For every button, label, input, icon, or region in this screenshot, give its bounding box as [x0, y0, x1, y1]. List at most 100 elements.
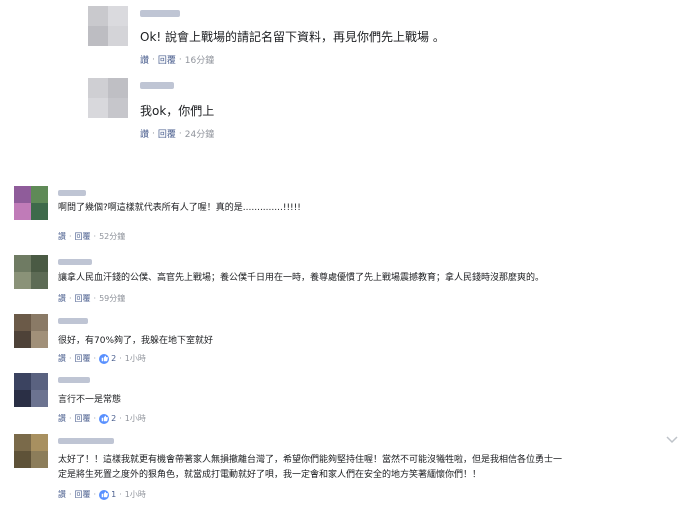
timestamp[interactable]: 52分鐘 — [99, 231, 125, 242]
like-link[interactable]: 讚 — [58, 231, 66, 242]
commenter-name-blurred[interactable] — [140, 82, 174, 89]
reply-link[interactable]: 回覆 — [75, 231, 91, 242]
like-link[interactable]: 讚 — [58, 489, 66, 500]
avatar-pixel — [88, 6, 108, 26]
comment-actions: 讚 · 回覆 · 24分鐘 — [140, 127, 214, 141]
timestamp[interactable]: 1小時 — [125, 353, 146, 364]
comment-text: 啊問了幾個?啊這樣就代表所有人了喔！真的是..............!!!!! — [58, 203, 301, 213]
commenter-name-blurred[interactable] — [58, 190, 86, 196]
comment-text-line-1: 太好了！！這樣我就更有機會帶著家人無損撤離台灣了，希望你們能夠堅持住喔！當然不可… — [58, 455, 563, 465]
comment-text: 讓拿人民血汗錢的公僕、高官先上戰場；養公僕千日用在一時，養尊處優慣了先上戰場震撼… — [58, 273, 545, 283]
avatar-pixel — [14, 451, 31, 468]
comment-actions: 讚 · 回覆 · 2 · 1小時 — [58, 413, 146, 424]
avatar-pixel — [14, 272, 31, 289]
separator: · — [119, 414, 122, 423]
avatar-pixel — [108, 98, 128, 118]
separator: · — [69, 354, 72, 363]
avatar-pixel — [31, 186, 48, 203]
reply-link[interactable]: 回覆 — [158, 127, 176, 140]
like-count[interactable]: 2 — [111, 354, 116, 363]
avatar-pixel — [31, 272, 48, 289]
avatar[interactable] — [88, 78, 128, 118]
comment-actions: 讚 · 回覆 · 16分鐘 — [140, 53, 214, 67]
comment-actions: 讚 · 回覆 · 59分鐘 — [58, 293, 125, 304]
avatar-pixel — [31, 434, 48, 451]
avatar-pixel — [31, 373, 48, 390]
avatar-pixel — [31, 203, 48, 220]
comment: 讓拿人民血汗錢的公僕、高官先上戰場；養公僕千日用在一時，養尊處優慣了先上戰場震撼… — [14, 255, 684, 311]
avatar[interactable] — [14, 186, 48, 220]
separator: · — [93, 354, 97, 363]
reply-comment: 我ok，你們上 讚 · 回覆 · 24分鐘 — [88, 78, 688, 142]
timestamp[interactable]: 1小時 — [125, 489, 146, 500]
reply-link[interactable]: 回覆 — [75, 353, 91, 364]
commenter-name-blurred[interactable] — [58, 377, 90, 383]
separator: · — [152, 128, 155, 139]
like-count[interactable]: 2 — [111, 414, 116, 423]
avatar[interactable] — [14, 255, 48, 289]
commenter-name-blurred[interactable] — [58, 259, 92, 265]
like-link[interactable]: 讚 — [140, 127, 149, 140]
separator: · — [178, 54, 182, 65]
like-link[interactable]: 讚 — [58, 413, 66, 424]
separator: · — [93, 232, 97, 241]
avatar-pixel — [108, 78, 128, 98]
avatar[interactable] — [14, 434, 48, 468]
comment: 很好，有70%夠了，我躲在地下室就好 讚 · 回覆 · 2 · 1小時 — [14, 314, 684, 370]
avatar-pixel — [14, 434, 31, 451]
avatar-pixel — [108, 26, 128, 46]
comment-text: 言行不一是常態 — [58, 395, 122, 405]
avatar-pixel — [14, 203, 31, 220]
separator: · — [69, 414, 72, 423]
comment: 啊問了幾個?啊這樣就代表所有人了喔！真的是..............!!!!!… — [14, 186, 684, 242]
reply-link[interactable]: 回覆 — [158, 53, 176, 66]
avatar[interactable] — [14, 373, 48, 407]
reply-link[interactable]: 回覆 — [75, 489, 91, 500]
avatar-pixel — [31, 314, 48, 331]
avatar-pixel — [14, 186, 31, 203]
avatar-pixel — [31, 390, 48, 407]
like-link[interactable]: 讚 — [58, 293, 66, 304]
comment-text-line-2: 定是將生死置之度外的狠角色，就當成打電動就好了唄，我一定會和家人們在安全的地方笑… — [58, 470, 482, 480]
separator: · — [69, 232, 72, 241]
avatar[interactable] — [14, 314, 48, 348]
avatar-pixel — [31, 451, 48, 468]
commenter-name-blurred[interactable] — [58, 438, 114, 444]
timestamp[interactable]: 1小時 — [125, 413, 146, 424]
comment: 言行不一是常態 讚 · 回覆 · 2 · 1小時 — [14, 373, 684, 429]
avatar-pixel — [108, 6, 128, 26]
separator: · — [178, 128, 182, 139]
thumbs-up-icon — [99, 353, 110, 364]
chevron-down-icon[interactable] — [666, 436, 678, 444]
separator: · — [93, 490, 97, 499]
separator: · — [93, 414, 97, 423]
avatar-pixel — [14, 255, 31, 272]
separator: · — [69, 490, 72, 499]
separator: · — [69, 294, 72, 303]
comment-text: 很好，有70%夠了，我躲在地下室就好 — [58, 336, 214, 346]
commenter-name-blurred[interactable] — [140, 10, 180, 17]
reply-link[interactable]: 回覆 — [75, 413, 91, 424]
avatar[interactable] — [88, 6, 128, 46]
avatar-pixel — [14, 331, 31, 348]
timestamp[interactable]: 59分鐘 — [99, 293, 125, 304]
timestamp[interactable]: 24分鐘 — [185, 127, 214, 140]
avatar-pixel — [88, 78, 108, 98]
like-link[interactable]: 讚 — [140, 53, 149, 66]
separator: · — [152, 54, 155, 65]
separator: · — [93, 294, 97, 303]
separator: · — [119, 490, 122, 499]
comment: 太好了！！這樣我就更有機會帶著家人無損撤離台灣了，希望你們能夠堅持住喔！當然不可… — [14, 434, 684, 504]
avatar-pixel — [14, 373, 31, 390]
reply-link[interactable]: 回覆 — [75, 293, 91, 304]
thumbs-up-icon — [99, 489, 110, 500]
reply-comment: Ok! 說會上戰場的請記名留下資料，再見你們先上戰場 。 讚 · 回覆 · 16… — [88, 6, 688, 70]
timestamp[interactable]: 16分鐘 — [185, 53, 214, 66]
avatar-pixel — [88, 98, 108, 118]
comment-actions: 讚 · 回覆 · 1 · 1小時 — [58, 489, 146, 500]
commenter-name-blurred[interactable] — [58, 318, 88, 324]
like-link[interactable]: 讚 — [58, 353, 66, 364]
like-count[interactable]: 1 — [111, 490, 116, 499]
comment-actions: 讚 · 回覆 · 52分鐘 — [58, 231, 125, 242]
thumbs-up-icon — [99, 413, 110, 424]
